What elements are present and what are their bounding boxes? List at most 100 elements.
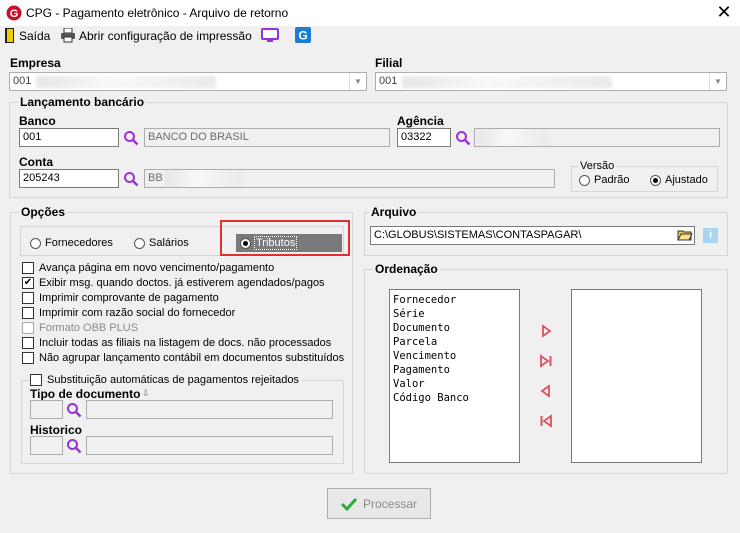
opcoes-title: Opções [19,205,68,219]
search-icon[interactable] [66,402,82,418]
banco-name-field: BANCO DO BRASIL [144,128,390,147]
list-item[interactable]: Série [393,307,516,321]
list-item[interactable]: Código Banco [393,391,516,405]
radio-circle [240,237,251,249]
move-right-icon[interactable] [539,324,553,338]
checkbox [22,307,34,319]
redacted-conta-name [165,170,243,187]
checkbox [22,337,34,349]
checkbox [22,352,34,364]
radio-circle [134,237,145,249]
search-icon[interactable] [455,130,471,146]
redacted-filial-name [402,76,612,88]
historico-name [86,436,333,455]
fornecedores-label: Fornecedores [45,237,113,249]
filial-select[interactable]: 001 ▼ [375,72,727,91]
salarios-label: Salários [149,237,189,249]
agencia-name-field [474,128,720,147]
empresa-label: Empresa [10,56,61,70]
list-item[interactable]: Fornecedor [393,293,516,307]
arquivo-title: Arquivo [369,205,419,219]
versao-ajustado-radio[interactable]: Ajustado [650,174,708,186]
filial-label: Filial [375,56,403,70]
redacted-empresa-name [36,76,216,88]
redacted-agencia-name [477,129,549,146]
sort-arrow-icon: ⇩ [142,388,150,398]
check-label: Exibir msg. quando doctos. já estiverem … [39,277,325,289]
arquivo-path-input[interactable]: C:\GLOBUS\SISTEMAS\CONTASPAGAR\ [370,226,695,245]
tipo-documento-label: Tipo de documento [30,387,141,401]
toolbar: Saída Abrir configuração de impressão G [0,26,740,46]
check-label: Imprimir comprovante de pagamento [39,292,219,304]
checkbox [22,262,34,274]
empresa-select[interactable]: 001 ▼ [9,72,367,91]
print-config-button[interactable]: Abrir configuração de impressão [60,28,252,43]
chevron-down-icon[interactable]: ▼ [349,73,366,90]
search-icon[interactable] [123,171,139,187]
tributos-radio[interactable]: Tributos [240,236,298,250]
conta-name-value: BB [148,172,163,184]
ordenacao-title: Ordenação [373,262,440,276]
info-icon[interactable]: i [703,228,718,243]
check-label: Incluir todas as filiais na listagem de … [39,337,332,349]
agencia-label: Agência [397,114,444,128]
check-avanca-pagina[interactable]: Avança página em novo vencimento/pagamen… [22,262,274,274]
check-label: Avança página em novo vencimento/pagamen… [39,262,275,274]
versao-padrao-radio[interactable]: Padrão [579,174,629,186]
tipo-documento-name [86,400,333,419]
processar-label: Processar [362,496,418,511]
historico-label: Historico [30,423,83,437]
check-substituicao[interactable]: Substituição automáticas de pagamentos r… [30,374,302,386]
chevron-down-icon[interactable]: ▼ [709,73,726,90]
checkbox [30,374,42,386]
exit-button[interactable]: Saída [4,28,50,43]
radio-circle [30,237,41,249]
close-icon[interactable]: ✕ [714,2,734,22]
check-razao-social[interactable]: Imprimir com razão social do fornecedor [22,307,235,319]
fornecedores-radio[interactable]: Fornecedores [30,237,113,249]
search-icon[interactable] [66,438,82,454]
list-item[interactable]: Parcela [393,335,516,349]
check-nao-agrupar[interactable]: Não agrupar lançamento contábil em docum… [22,352,344,364]
versao-ajustado-label: Ajustado [665,174,708,186]
exit-door-icon [5,28,14,43]
processar-button[interactable]: Processar [327,488,431,519]
move-all-left-icon[interactable] [539,414,553,428]
check-incluir-filiais[interactable]: Incluir todas as filiais na listagem de … [22,337,331,349]
check-imprimir-comprovante[interactable]: Imprimir comprovante de pagamento [22,292,219,304]
conta-label: Conta [19,155,53,169]
banco-label: Banco [19,114,56,128]
move-all-right-icon[interactable] [539,354,553,368]
move-left-icon[interactable] [539,384,553,398]
list-item[interactable]: Pagamento [393,363,516,377]
open-folder-icon[interactable] [677,228,693,242]
conta-name-field: BB [144,169,555,188]
tributos-label: Tributos [253,236,298,250]
monitor-icon[interactable] [261,28,279,44]
filial-value: 001 [379,75,398,87]
list-item[interactable]: Valor [393,377,516,391]
radio-circle [579,174,590,186]
checkbox [22,292,34,304]
exit-label: Saída [19,28,51,43]
salarios-radio[interactable]: Salários [134,237,189,249]
radio-circle [650,174,661,186]
check-icon [340,497,357,511]
conta-code-input[interactable]: 205243 [19,169,119,188]
list-item[interactable]: Vencimento [393,349,516,363]
check-exibir-msg[interactable]: ✔ Exibir msg. quando doctos. já estiverem… [22,277,325,289]
globus-help-icon[interactable]: G [295,27,311,43]
list-item[interactable]: Documento [393,321,516,335]
agencia-code-input[interactable]: 03322 [397,128,451,147]
check-formato-obb: Formato OBB PLUS [22,322,138,334]
search-icon[interactable] [123,130,139,146]
globus-logo-icon: G [6,5,22,21]
window-title: CPG - Pagamento eletrônico - Arquivo de … [26,6,289,20]
ordenacao-available-list[interactable]: Fornecedor Série Documento Parcela Venci… [389,289,520,463]
empresa-value: 001 [13,75,32,87]
ordenacao-selected-list[interactable] [571,289,702,463]
svg-text:G: G [298,29,307,43]
tipo-documento-code [30,400,63,419]
banco-code-input[interactable]: 001 [19,128,119,147]
checkbox: ✔ [22,277,34,289]
